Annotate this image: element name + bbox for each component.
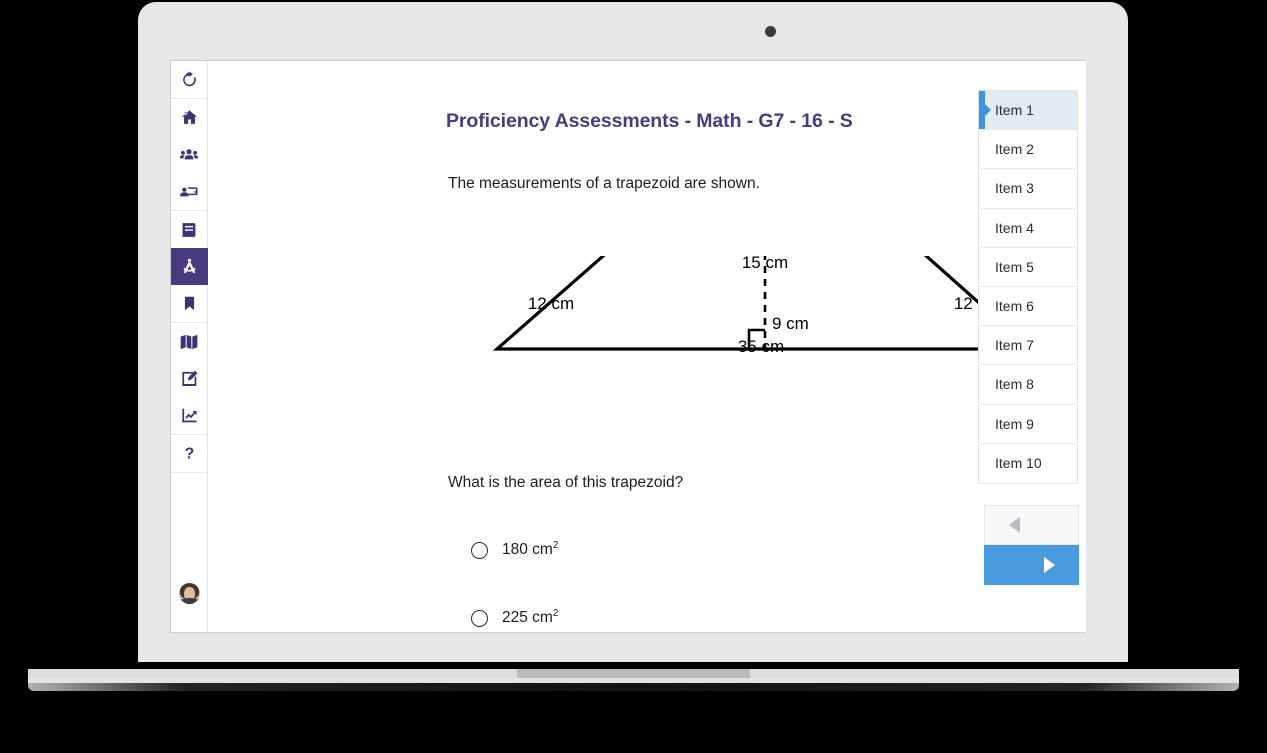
item-nav-label: Item 4 [995,219,1034,236]
item-nav-label: Item 2 [995,141,1034,158]
sidebar-item-home[interactable] [171,99,208,136]
sidebar-item-help[interactable]: ? [171,435,208,472]
sidebar-item-library[interactable] [171,211,208,248]
svg-text:?: ? [184,446,194,463]
page-title: Proficiency Assessments - Math - G7 - 16… [446,110,853,132]
triangle-left-icon [1009,517,1020,533]
group-users-icon [179,148,199,159]
sidebar-item-teach[interactable] [171,173,208,210]
refresh-rotate-icon [182,71,196,87]
sidebar-divider [170,472,208,473]
item-nav-label: Item 6 [995,298,1034,315]
laptop-base-notch [517,669,750,678]
compass-drafting-icon [182,258,196,274]
selected-item-marker-icon [979,91,985,130]
chart-line-icon [181,408,197,423]
option-label: 225 cm2 [502,608,559,627]
item-navigation-list: Item 1 Item 2 Item 3 Item 4 Item 5 Item … [978,90,1078,484]
item-nav-label: Item 8 [995,376,1034,393]
assessment-content: Proficiency Assessments - Math - G7 - 16… [209,61,1086,632]
webcam-dot-icon [765,26,776,37]
bookmark-icon [184,296,194,311]
avatar-shoulder [180,598,198,604]
label-left-side: 12 cm [528,294,574,313]
radio-button-icon[interactable] [471,609,488,627]
item-nav-label: Item 10 [995,455,1042,472]
radio-button-icon[interactable] [471,541,488,559]
item-nav-label: Item 5 [995,258,1034,275]
item-nav-row[interactable]: Item 4 [979,208,1077,248]
item-nav-row[interactable]: Item 6 [979,286,1077,327]
sidebar-item-refresh[interactable] [171,61,208,98]
item-nav-row[interactable]: Item 9 [979,404,1077,444]
laptop-screen: ? Proficiency Assessments - Math - G7 - … [170,60,1086,633]
question-mark-icon: ? [184,446,194,463]
item-nav-label: Item 9 [995,415,1034,432]
answer-options: 180 cm2 225 cm2 [471,516,891,652]
book-icon [182,222,196,237]
item-nav-row[interactable]: Item 8 [979,365,1077,405]
pager-controls [984,505,1079,585]
option-label: 180 cm2 [502,540,559,559]
label-bottom-base: 35 cm [738,337,784,356]
label-height: 9 cm [772,314,809,333]
screenshot-root: ? Proficiency Assessments - Math - G7 - … [0,0,1267,753]
sidebar-item-classes[interactable] [171,136,208,173]
next-item-button[interactable] [984,545,1079,585]
presentation-teach-icon [180,186,198,196]
sidebar-item-reports[interactable] [171,397,208,434]
question-prompt: What is the area of this trapezoid? [448,474,684,491]
sidebar-item-bookmarks[interactable] [171,285,208,322]
sidebar-item-assessments[interactable] [170,248,208,285]
home-icon [181,110,197,124]
label-top-base: 15 cm [742,256,788,272]
item-nav-row[interactable]: Item 10 [979,443,1077,483]
avatar[interactable] [178,583,200,604]
item-nav-label: Item 7 [995,337,1034,354]
laptop-shadow [20,683,1247,743]
trapezoid-svg: 15 cm 35 cm 12 cm 12 cm 9 cm [492,212,1036,356]
option-row[interactable]: 180 cm2 [471,516,891,584]
item-nav-row[interactable]: Item 3 [979,169,1077,209]
previous-item-button[interactable] [984,505,1079,545]
sidebar-item-assignments[interactable] [171,360,208,397]
item-nav-row[interactable]: Item 2 [979,130,1077,170]
item-nav-row[interactable]: Item 5 [979,247,1077,287]
item-nav-label: Item 1 [995,102,1034,119]
question-stem: The measurements of a trapezoid are show… [448,175,760,192]
item-nav-label: Item 3 [995,180,1034,197]
item-nav-row[interactable]: Item 7 [979,326,1077,366]
map-icon [180,334,198,349]
sidebar-rail: ? [170,61,208,632]
sidebar-item-curriculum-map[interactable] [171,323,208,360]
option-row[interactable]: 225 cm2 [471,584,891,652]
item-nav-row[interactable]: Item 1 [979,91,1077,131]
trapezoid-figure: 15 cm 35 cm 12 cm 12 cm 9 cm [439,212,1036,461]
pencil-square-icon [181,370,197,386]
triangle-right-icon [1044,557,1055,573]
